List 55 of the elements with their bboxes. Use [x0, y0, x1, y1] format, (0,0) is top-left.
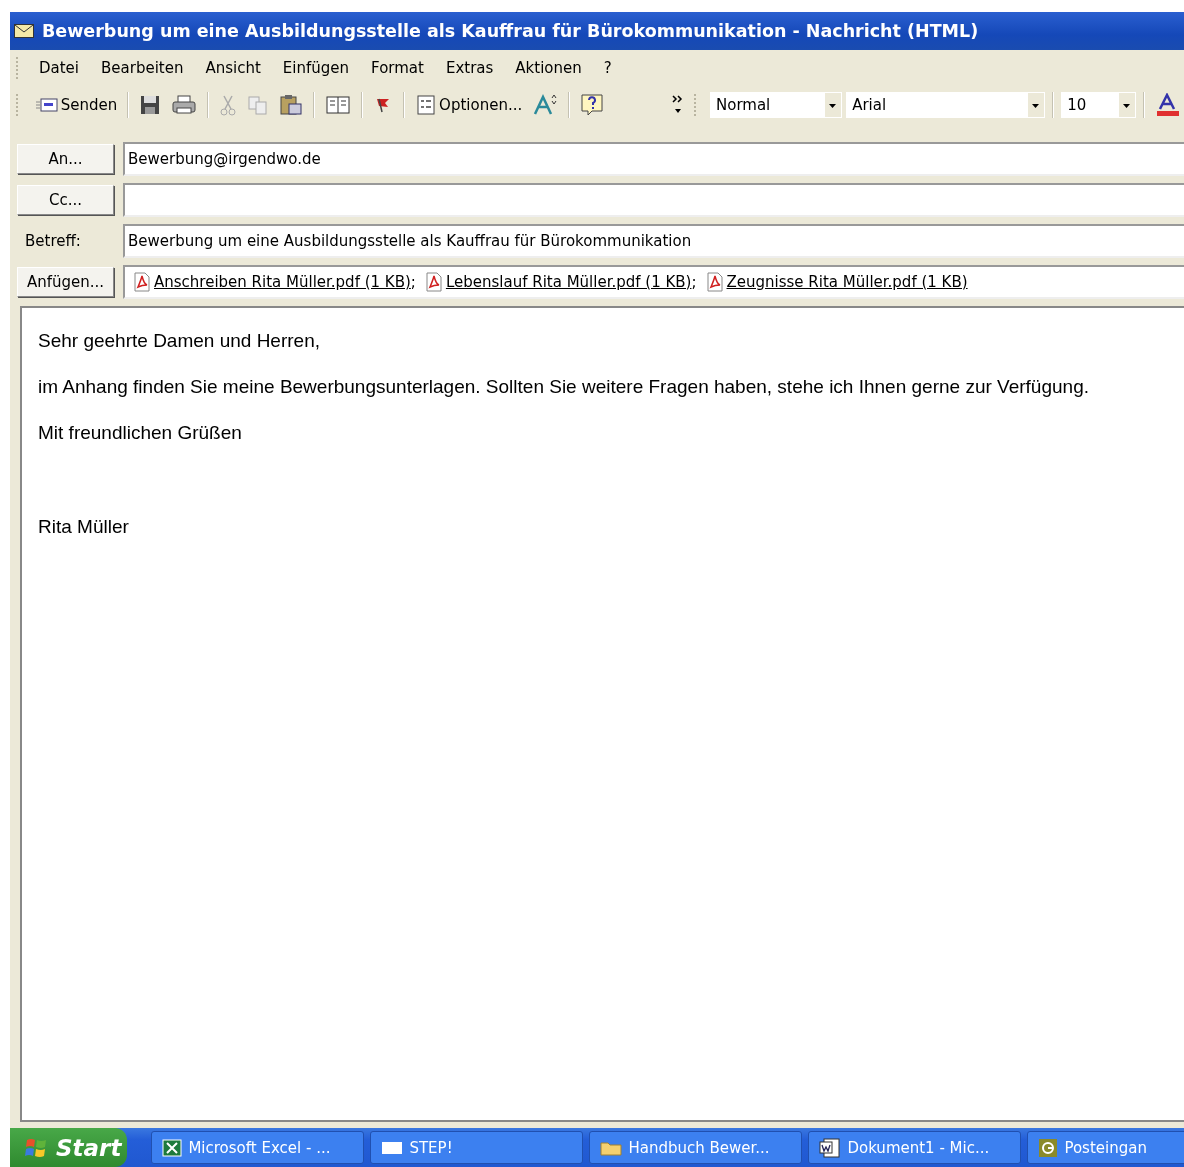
- address-book-icon[interactable]: [325, 94, 352, 116]
- attachment-link[interactable]: Anschreiben Rita Müller.pdf (1 KB): [154, 272, 411, 291]
- font-size-dropdown[interactable]: 10: [1061, 92, 1137, 118]
- clipboard-icon[interactable]: [279, 94, 304, 116]
- separator-text: ;: [410, 272, 416, 291]
- envelope-icon: [34, 97, 59, 113]
- separator-text: ;: [691, 272, 697, 291]
- menu-item[interactable]: Ansicht: [194, 57, 272, 79]
- to-field[interactable]: Bewerbung@irgendwo.de: [123, 141, 1184, 176]
- menu-item[interactable]: Datei: [28, 57, 91, 79]
- menu-item[interactable]: ?: [592, 57, 623, 79]
- envelope-icon: [14, 24, 34, 38]
- pdf-file-icon: [423, 271, 444, 292]
- printer-icon[interactable]: [171, 94, 198, 116]
- taskbar-button[interactable]: Handbuch Bewer...: [589, 1131, 803, 1164]
- attachment-link[interactable]: Lebenslauf Rita Müller.pdf (1 KB): [445, 272, 692, 291]
- pdf-file-icon: [704, 271, 725, 292]
- document-icon: [415, 94, 438, 116]
- send-button[interactable]: Senden: [31, 94, 121, 116]
- document-icon: [819, 1137, 842, 1158]
- body-text: im Anhang finden Sie meine Bewerbungsunterlagen. Sollten Sie weitere Fragen haben, stehe ich Ihnen gerne zur Verfügung.: [38, 376, 1090, 398]
- menu-item[interactable]: Aktionen: [504, 57, 593, 79]
- caret-icon: [1028, 93, 1045, 117]
- font-color-icon[interactable]: [1155, 93, 1181, 117]
- menu-item[interactable]: Format: [360, 57, 435, 79]
- menu-item[interactable]: Extras: [434, 57, 505, 79]
- menu-item[interactable]: Einfügen: [271, 57, 361, 79]
- message-body[interactable]: Sehr geehrte Damen und Herren, im Anhang finden Sie meine Bewerbungsunterlagen. Sollten Sie weitere Fragen haben, stehe ich Ihnen gerne zur Verfügung. Mit freundlichen Grüßen Rita Müller: [20, 306, 1184, 1122]
- taskbar-button[interactable]: Microsoft Excel - ...: [151, 1131, 365, 1164]
- spreadsheet-icon: [162, 1138, 183, 1157]
- taskbar-button[interactable]: Dokument1 - Mic...: [808, 1131, 1022, 1164]
- subject-label: Betreff:: [24, 231, 82, 250]
- attach-button[interactable]: Anfügen...: [17, 266, 114, 297]
- pdf-file-icon: [132, 271, 152, 292]
- body-text: Mit freundlichen Grüßen: [38, 422, 243, 444]
- menu-item[interactable]: Bearbeiten: [90, 57, 195, 79]
- style-dropdown[interactable]: Normal: [710, 92, 843, 118]
- help-icon[interactable]: [580, 93, 605, 117]
- caret-icon: [1119, 93, 1136, 117]
- taskbar-button[interactable]: STEP!: [370, 1131, 584, 1164]
- caret-icon: [825, 93, 842, 117]
- body-text: Sehr geehrte Damen und Herren,: [38, 330, 321, 352]
- subject-field[interactable]: Bewerbung um eine Ausbildungsstelle als Kauffrau für Bürokommunikation: [123, 223, 1184, 258]
- start-button[interactable]: Start: [10, 1128, 128, 1167]
- window-icon: [381, 1139, 404, 1156]
- body-text: Rita Müller: [38, 516, 130, 538]
- taskbar-button[interactable]: Posteingan: [1027, 1131, 1184, 1164]
- attachment-link[interactable]: Zeugnisse Rita Müller.pdf (1 KB): [726, 272, 968, 291]
- to-button[interactable]: An...: [17, 143, 114, 174]
- options-button[interactable]: Optionen...: [412, 92, 526, 118]
- cc-button[interactable]: Cc...: [17, 184, 114, 215]
- window-title: Bewerbung um eine Ausbildungsstelle als Kauffrau für Bürokommunikation - Nachricht (HTML): [42, 21, 979, 41]
- cc-field[interactable]: [123, 182, 1184, 217]
- font-dropdown[interactable]: Arial: [846, 92, 1046, 118]
- font-style-icon[interactable]: [532, 94, 559, 116]
